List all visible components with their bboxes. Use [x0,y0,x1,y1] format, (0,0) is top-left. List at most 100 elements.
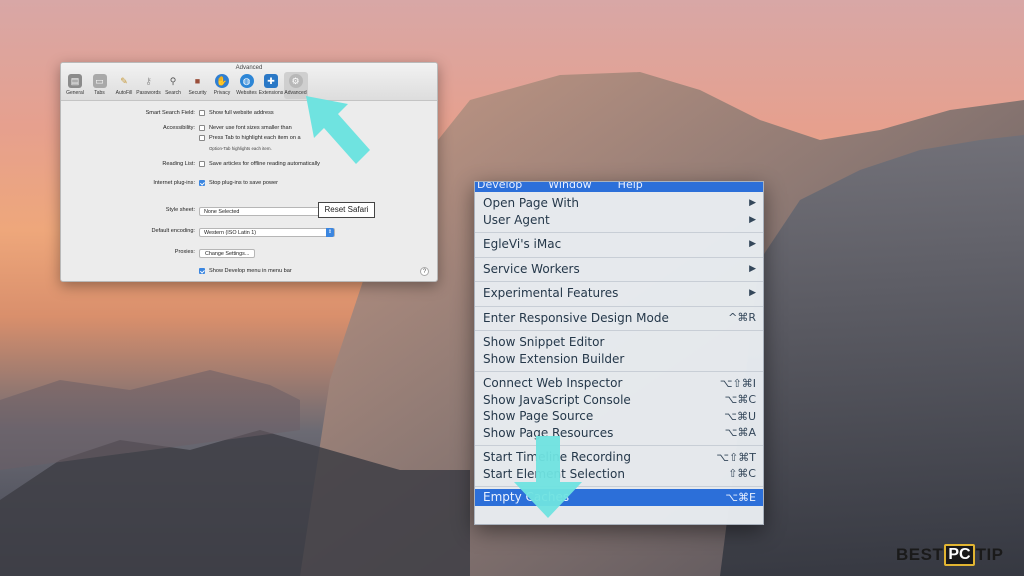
gear-icon: ⚙ [288,74,303,88]
change-settings-button[interactable]: Change Settings... [199,249,256,258]
menu-item-label: Experimental Features [483,286,619,301]
logo-text-left: BEST [896,545,944,564]
plugins-label: Internet plug-ins: [153,180,195,186]
tab-label: Tabs [94,90,105,96]
menu-item-page-source[interactable]: Show Page Source ⌥⌘U [475,408,763,425]
tabs-icon: ▭ [92,74,107,88]
smart-search-label: Smart Search Field: [145,110,195,116]
submenu-arrow-icon: ▶ [749,198,756,209]
shortcut: ⌥⌘U [724,409,756,423]
menu-item-label: Show JavaScript Console [483,392,631,407]
tab-search[interactable]: ⚲ Search [161,72,185,99]
encoding-value: Western (ISO Latin 1) [204,230,257,236]
tab-general[interactable]: ▤ General [63,72,87,99]
chevron-down-icon: ⇕ [326,228,334,238]
menu-item-user-agent[interactable]: User Agent ▶ [475,212,763,229]
tab-tabs[interactable]: ▭ Tabs [88,72,112,99]
menu-group: Connect Web Inspector ⌥⇧⌘I Show JavaScrip… [475,372,763,446]
menubar-develop[interactable]: Develop [477,182,522,191]
tab-autofill[interactable]: ✎ AutoFill [112,72,136,99]
menu-item-snippet-editor[interactable]: Show Snippet Editor [475,334,763,351]
menu-item-label: Show Extension Builder [483,351,625,366]
arrow-to-empty-caches-icon [514,436,582,518]
general-icon: ▤ [68,74,82,88]
style-sheet-label: Style sheet: [165,207,195,213]
menu-group: Experimental Features ▶ [475,282,763,307]
shortcut: ⌥⌘C [724,393,756,407]
autofill-icon: ✎ [120,75,128,86]
tab-label: Privacy [213,90,231,96]
menu-item-experimental-features[interactable]: Experimental Features ▶ [475,285,763,302]
menu-item-label: Connect Web Inspector [483,376,623,391]
preferences-toolbar: Advanced ▤ General ▭ Tabs ✎ AutoFill ⚷ P… [61,63,437,101]
proxies-label: Proxies: [174,249,195,255]
accessibility-note: Option-Tab highlights each item. [209,146,272,151]
smart-search-checkbox[interactable] [199,110,205,116]
tab-label: Extensions [258,90,284,96]
font-size-checkbox[interactable] [199,125,205,131]
menubar-help[interactable]: Help [618,182,643,191]
menu-group: Show Snippet Editor Show Extension Build… [475,331,763,372]
shortcut: ⇧⌘C [728,467,756,481]
accessibility-option-1: Never use font sizes smaller than [209,125,292,131]
menu-item-label: EgleVi's iMac [483,237,562,252]
menu-group: Enter Responsive Design Mode ^⌘R [475,307,763,331]
tab-label: General [66,90,84,96]
menubar-window[interactable]: Window [548,182,591,191]
develop-menu-checkbox[interactable] [199,268,205,274]
menu-item-label: Enter Responsive Design Mode [483,310,669,325]
logo-text-right: TIP [975,545,1004,564]
menu-item-label: User Agent [483,212,550,227]
accessibility-option-2: Press Tab to highlight each item on a [209,135,301,141]
menu-item-javascript-console[interactable]: Show JavaScript Console ⌥⌘C [475,392,763,409]
tab-label: Security [188,90,207,96]
shortcut: ^⌘R [728,311,756,325]
tab-privacy[interactable]: ✋ Privacy [210,72,234,99]
shortcut: ⌥⇧⌘I [719,376,756,390]
submenu-arrow-icon: ▶ [749,239,756,250]
bestpctip-logo: BEST PC TIP [896,544,1004,566]
shortcut: ⌥⌘A [724,426,756,440]
style-sheet-select[interactable]: None Selected [199,207,325,216]
menu-group: Open Page With ▶ User Agent ▶ [475,192,763,233]
shortcut: ⌥⌘E [725,490,756,504]
arrow-to-advanced-icon [306,96,370,164]
tab-highlight-checkbox[interactable] [199,135,205,141]
search-icon: ⚲ [169,75,177,86]
help-button[interactable]: ? [420,267,429,276]
accessibility-label: Accessibility: [162,125,195,131]
develop-menu-option: Show Develop menu in menu bar [209,268,292,274]
globe-icon: ◍ [239,74,254,88]
tab-security[interactable]: ■ Security [186,72,210,99]
lock-icon: ■ [194,76,201,86]
menu-item-label: Show Page Source [483,409,594,424]
menu-bar: Develop Window Help [475,182,763,192]
menu-item-label: Show Snippet Editor [483,335,605,350]
menu-item-device[interactable]: EgleVi's iMac ▶ [475,236,763,253]
tab-websites[interactable]: ◍ Websites [235,72,259,99]
submenu-arrow-icon: ▶ [749,263,756,274]
menu-item-open-page-with[interactable]: Open Page With ▶ [475,195,763,212]
tab-label: Passwords [136,90,161,96]
shortcut: ⌥⇧⌘T [716,450,756,464]
plugins-option: Stop plug-ins to save power [209,180,279,186]
safari-preferences-window: Advanced ▤ General ▭ Tabs ✎ AutoFill ⚷ P… [60,62,438,282]
style-sheet-value: None Selected [204,209,240,215]
reset-safari-tooltip: Reset Safari [318,202,375,218]
tab-extensions[interactable]: ✚ Extensions [259,72,283,99]
puzzle-icon: ✚ [264,74,278,88]
menu-item-extension-builder[interactable]: Show Extension Builder [475,351,763,368]
reading-list-label: Reading List: [162,161,195,167]
menu-item-label: Open Page With [483,196,579,211]
menu-item-web-inspector[interactable]: Connect Web Inspector ⌥⇧⌘I [475,375,763,392]
tab-passwords[interactable]: ⚷ Passwords [136,72,161,99]
submenu-arrow-icon: ▶ [749,214,756,225]
menu-item-service-workers[interactable]: Service Workers ▶ [475,261,763,278]
menu-item-responsive-design[interactable]: Enter Responsive Design Mode ^⌘R [475,310,763,327]
smart-search-option: Show full website address [209,110,274,116]
plugins-checkbox[interactable] [199,180,205,186]
preferences-tabs: ▤ General ▭ Tabs ✎ AutoFill ⚷ Passwords … [63,72,308,99]
encoding-select[interactable]: Western (ISO Latin 1) ⇕ [199,228,335,238]
reading-list-checkbox[interactable] [199,161,205,167]
menu-group: EgleVi's iMac ▶ [475,233,763,258]
